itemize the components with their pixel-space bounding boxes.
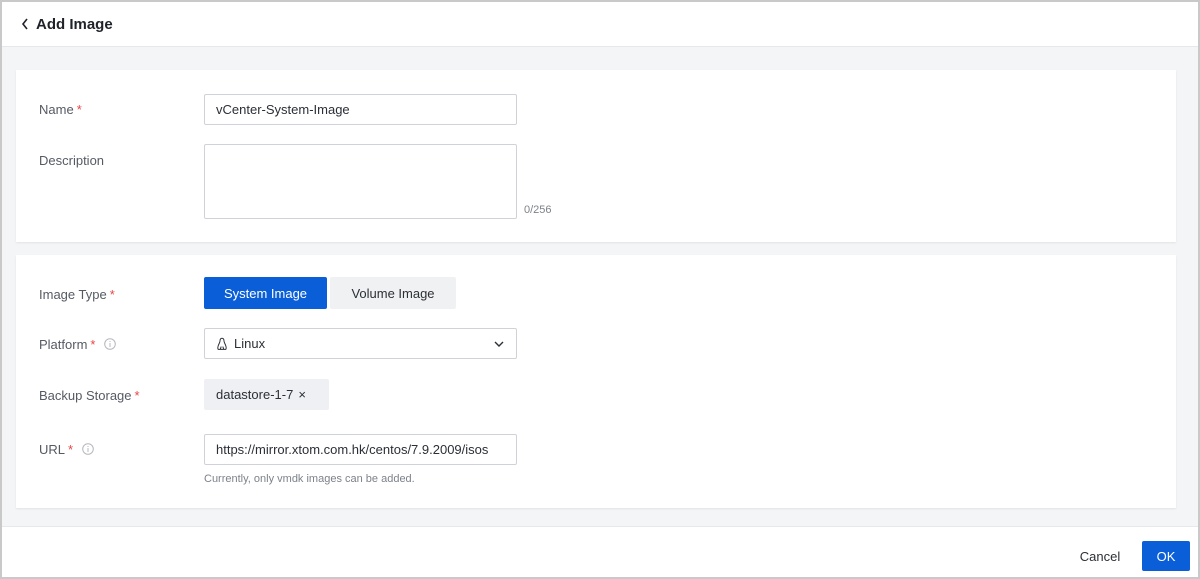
remove-tag-icon[interactable]: × [298,388,306,401]
image-type-label: Image Type * [39,287,115,302]
required-mark: * [76,102,82,117]
url-hint: Currently, only vmdk images can be added… [204,473,415,485]
url-label-text: URL [39,442,66,457]
platform-select[interactable]: Linux [204,328,517,359]
required-mark: * [109,287,115,302]
description-textarea[interactable] [204,144,517,219]
backup-storage-tag: datastore-1-7 × [204,379,329,410]
url-input[interactable] [204,434,517,465]
info-icon[interactable] [81,443,94,455]
chevron-down-icon [494,341,504,347]
page-title: Add Image [36,15,113,33]
system-image-option[interactable]: System Image [204,277,327,309]
platform-label: Platform * [39,337,116,352]
page-header: Add Image [2,2,1198,47]
name-label-text: Name [39,102,74,117]
ok-button[interactable]: OK [1142,541,1190,571]
footer-bar: Cancel OK [2,526,1198,577]
backup-storage-tag-label: datastore-1-7 [216,387,294,402]
required-mark: * [68,442,74,457]
back-button[interactable] [18,14,32,34]
image-config-card: Image Type * System Image Volume Image Pl… [16,255,1176,508]
linux-icon [217,337,227,350]
platform-label-text: Platform [39,337,88,352]
url-label: URL * [39,442,94,457]
info-icon[interactable] [104,338,116,350]
chevron-left-icon [21,18,28,30]
backup-storage-label-text: Backup Storage [39,388,132,403]
cancel-button[interactable]: Cancel [1068,541,1132,571]
description-label: Description [39,153,105,168]
image-type-selector: System Image Volume Image [204,277,456,309]
name-label: Name * [39,102,82,117]
basic-info-card: Name* Description 0/256 [16,70,1176,242]
backup-storage-label: Backup Storage * [39,388,140,403]
name-input[interactable] [204,94,517,125]
platform-value: Linux [234,336,266,351]
required-mark: * [134,388,140,403]
volume-image-option[interactable]: Volume Image [330,277,456,309]
required-mark: * [90,337,96,352]
description-counter: 0/256 [524,204,552,216]
image-type-label-text: Image Type [39,287,107,302]
